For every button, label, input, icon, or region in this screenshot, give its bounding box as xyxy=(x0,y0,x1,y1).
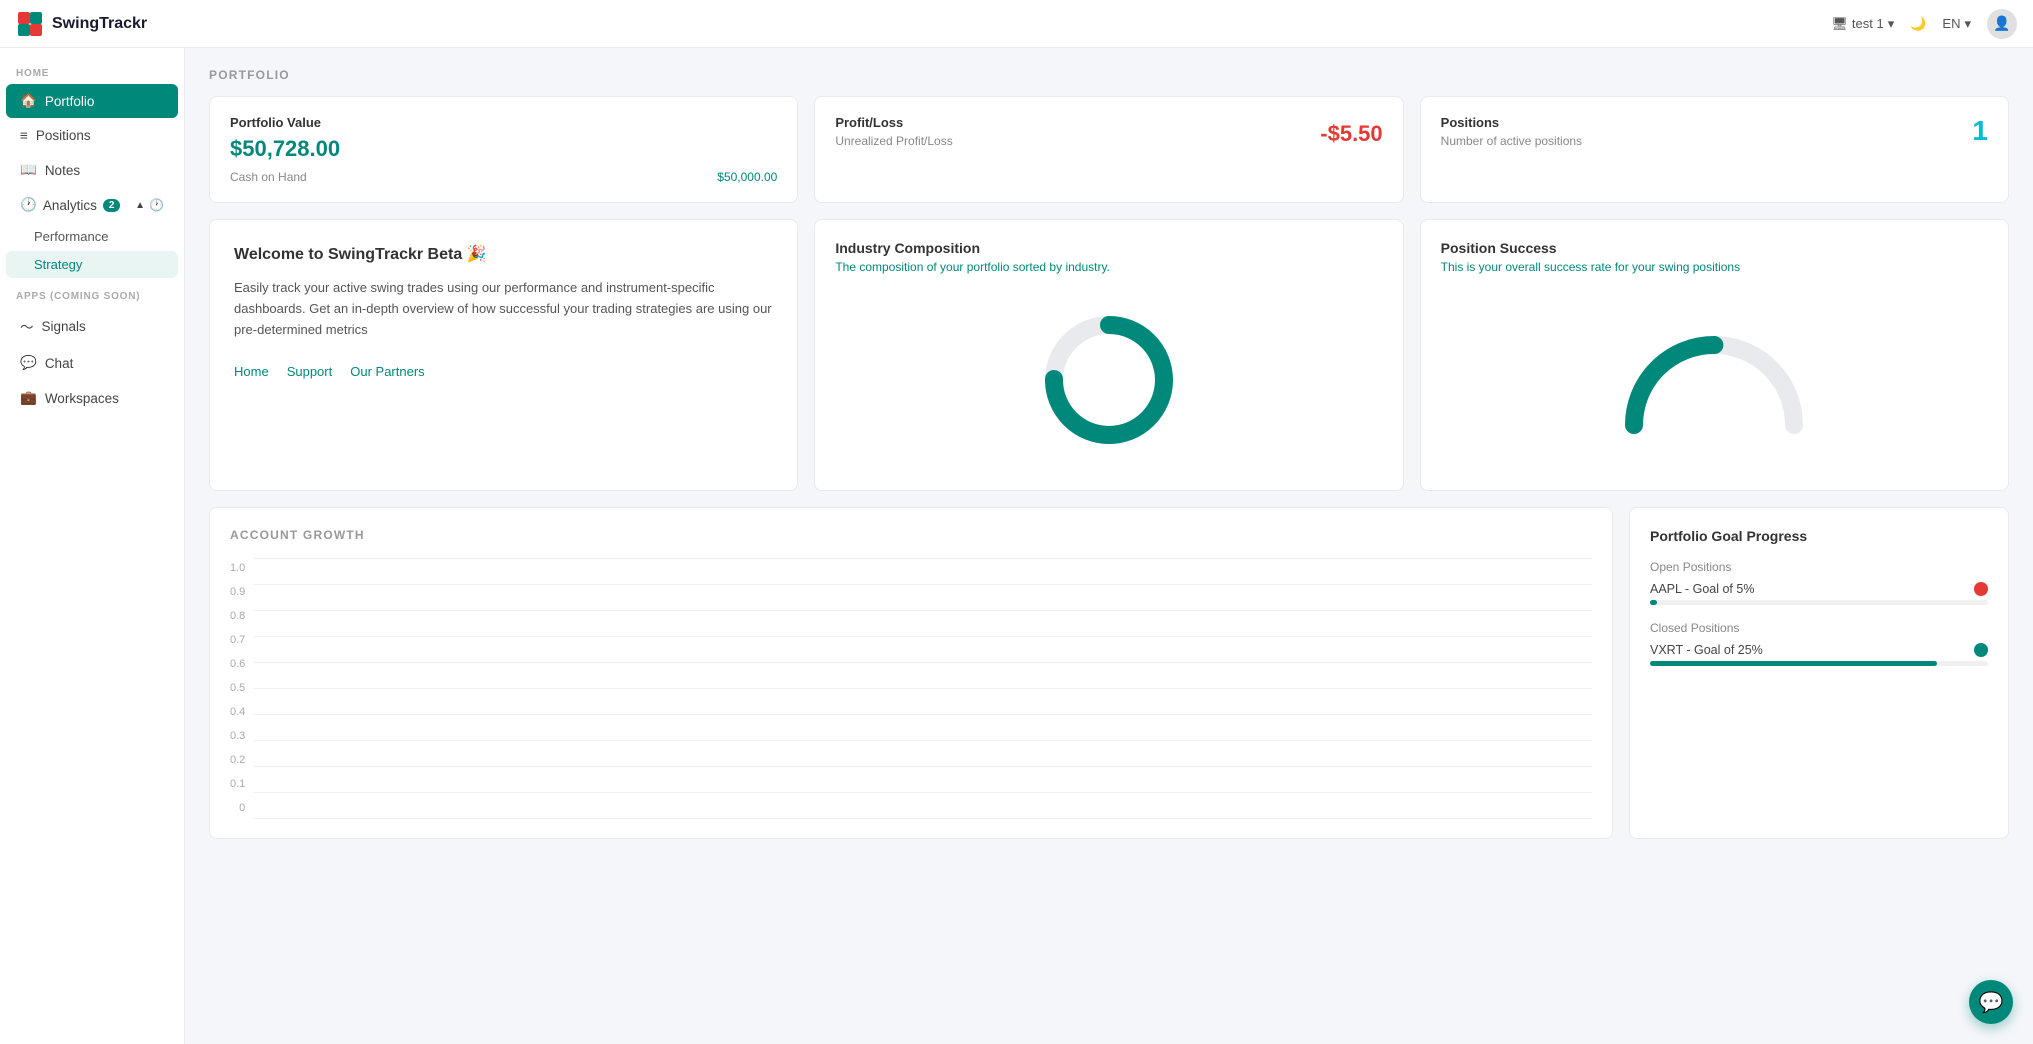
open-positions-label: Open Positions xyxy=(1650,560,1988,574)
account-growth-title: ACCOUNT GROWTH xyxy=(230,528,1592,542)
sidebar-item-chat[interactable]: 💬 Chat xyxy=(6,346,178,380)
sidebar-item-positions[interactable]: ≡ Positions xyxy=(6,119,178,152)
industry-subtitle: The composition of your portfolio sorted… xyxy=(835,260,1382,274)
vxrt-progress-fill xyxy=(1650,661,1937,666)
support-link[interactable]: Support xyxy=(287,364,333,379)
sidebar-section-apps: APPS (COMING SOON) xyxy=(0,279,184,306)
sidebar-item-performance[interactable]: Performance xyxy=(6,223,178,250)
avatar[interactable]: 👤 xyxy=(1987,9,2017,39)
activity-icon: 〜 xyxy=(20,316,34,336)
app-logo: SwingTrackr xyxy=(16,10,147,38)
aapl-goal-item: AAPL - Goal of 5% xyxy=(1650,582,1988,605)
clock-icon: 🕐 xyxy=(20,197,37,213)
bottom-row: ACCOUNT GROWTH 1.0 0.9 0.8 0.7 0.6 0.5 0… xyxy=(209,507,2009,839)
sidebar-item-workspaces[interactable]: 💼 Workspaces xyxy=(6,381,178,415)
sidebar-item-portfolio[interactable]: 🏠 Portfolio xyxy=(6,84,178,118)
aapl-progress-bar xyxy=(1650,600,1988,605)
chat-fab-icon: 💬 xyxy=(1979,990,2004,1015)
app-name: SwingTrackr xyxy=(52,15,147,33)
main-content: PORTFOLIO Portfolio Value $50,728.00 Cas… xyxy=(185,48,2033,1044)
profit-loss-card: Profit/Loss Unrealized Profit/Loss -$5.5… xyxy=(814,96,1403,203)
home-link[interactable]: Home xyxy=(234,364,269,379)
chevron-up-icon: ▲ xyxy=(135,200,145,211)
partners-link[interactable]: Our Partners xyxy=(350,364,424,379)
cash-on-hand-label: Cash on Hand xyxy=(230,170,307,184)
positions-title: Positions xyxy=(1441,115,1582,130)
header-user[interactable]: 🖥 test 1 ▾ xyxy=(1831,16,1894,32)
profit-loss-title: Profit/Loss xyxy=(835,115,952,130)
sidebar-item-strategy[interactable]: Strategy xyxy=(6,251,178,278)
positions-card: Positions Number of active positions 1 xyxy=(1420,96,2009,203)
sidebar-item-analytics[interactable]: 🕐 Analytics 2 ▲ 🕐 xyxy=(6,188,178,222)
chevron-down-icon: ▾ xyxy=(1964,16,1971,32)
welcome-title: Welcome to SwingTrackr Beta 🎉 xyxy=(234,244,773,264)
dark-mode-toggle[interactable]: 🌙 xyxy=(1910,16,1926,32)
portfolio-value-amount: $50,728.00 xyxy=(230,136,340,162)
page-title: PORTFOLIO xyxy=(209,68,2009,82)
vxrt-goal-label: VXRT - Goal of 25% xyxy=(1650,643,1763,657)
portfolio-value-title: Portfolio Value xyxy=(230,115,340,130)
welcome-card: Welcome to SwingTrackr Beta 🎉 Easily tra… xyxy=(209,219,798,491)
cash-on-hand-value: $50,000.00 xyxy=(717,170,777,184)
message-icon: 💬 xyxy=(20,355,37,371)
semicircle-chart xyxy=(1441,290,1988,470)
positions-subtitle: Number of active positions xyxy=(1441,134,1582,148)
briefcase-icon: 💼 xyxy=(20,390,37,406)
home-icon: 🏠 xyxy=(20,93,37,109)
sidebar-section-home: HOME xyxy=(0,56,184,83)
positions-count: 1 xyxy=(1972,115,1988,147)
chart-area xyxy=(253,558,1592,818)
logo-icon xyxy=(16,10,44,38)
analytics-badge: 2 xyxy=(103,199,121,212)
industry-title: Industry Composition xyxy=(835,240,1382,256)
welcome-links: Home Support Our Partners xyxy=(234,364,773,379)
position-success-subtitle: This is your overall success rate for yo… xyxy=(1441,260,1988,274)
welcome-desc: Easily track your active swing trades us… xyxy=(234,278,773,340)
y-axis: 1.0 0.9 0.8 0.7 0.6 0.5 0.4 0.3 0.2 0.1 … xyxy=(230,558,245,818)
header-right: 🖥 test 1 ▾ 🌙 EN ▾ 👤 xyxy=(1831,9,2017,39)
closed-positions-label: Closed Positions xyxy=(1650,621,1988,635)
donut-svg xyxy=(1029,300,1189,460)
vxrt-goal-item: VXRT - Goal of 25% xyxy=(1650,643,1988,666)
language-selector[interactable]: EN ▾ xyxy=(1942,16,1971,32)
aapl-progress-fill xyxy=(1650,600,1657,605)
vxrt-progress-bar xyxy=(1650,661,1988,666)
vxrt-goal-status xyxy=(1974,643,1988,657)
chat-fab[interactable]: 💬 xyxy=(1969,980,2013,1024)
goal-title: Portfolio Goal Progress xyxy=(1650,528,1988,544)
aapl-goal-status xyxy=(1974,582,1988,596)
industry-composition-card: Industry Composition The composition of … xyxy=(814,219,1403,491)
summary-cards: Portfolio Value $50,728.00 Cash on Hand … xyxy=(209,96,2009,203)
position-success-title: Position Success xyxy=(1441,240,1988,256)
position-success-card: Position Success This is your overall su… xyxy=(1420,219,2009,491)
goal-progress-card: Portfolio Goal Progress Open Positions A… xyxy=(1629,507,2009,839)
sidebar-item-signals[interactable]: 〜 Signals xyxy=(6,307,178,345)
sidebar: HOME 🏠 Portfolio ≡ Positions 📖 Notes xyxy=(0,48,185,1044)
list-icon: ≡ xyxy=(20,128,28,143)
grid-lines xyxy=(253,558,1592,818)
profit-loss-value: -$5.50 xyxy=(1320,121,1382,147)
chart-container: 1.0 0.9 0.8 0.7 0.6 0.5 0.4 0.3 0.2 0.1 … xyxy=(230,558,1592,818)
portfolio-value-card: Portfolio Value $50,728.00 Cash on Hand … xyxy=(209,96,798,203)
aapl-goal-label: AAPL - Goal of 5% xyxy=(1650,582,1754,596)
book-icon: 📖 xyxy=(20,162,37,178)
semicircle-svg xyxy=(1614,315,1814,445)
clock-icon-right: 🕐 xyxy=(149,198,164,212)
chevron-down-icon: ▾ xyxy=(1888,16,1895,32)
sidebar-item-notes[interactable]: 📖 Notes xyxy=(6,153,178,187)
main-layout: HOME 🏠 Portfolio ≡ Positions 📖 Notes xyxy=(0,48,2033,1044)
unrealized-pl-label: Unrealized Profit/Loss xyxy=(835,134,952,148)
app-header: SwingTrackr 🖥 test 1 ▾ 🌙 EN ▾ 👤 xyxy=(0,0,2033,48)
middle-cards: Welcome to SwingTrackr Beta 🎉 Easily tra… xyxy=(209,219,2009,491)
account-growth-card: ACCOUNT GROWTH 1.0 0.9 0.8 0.7 0.6 0.5 0… xyxy=(209,507,1613,839)
donut-chart xyxy=(835,290,1382,470)
